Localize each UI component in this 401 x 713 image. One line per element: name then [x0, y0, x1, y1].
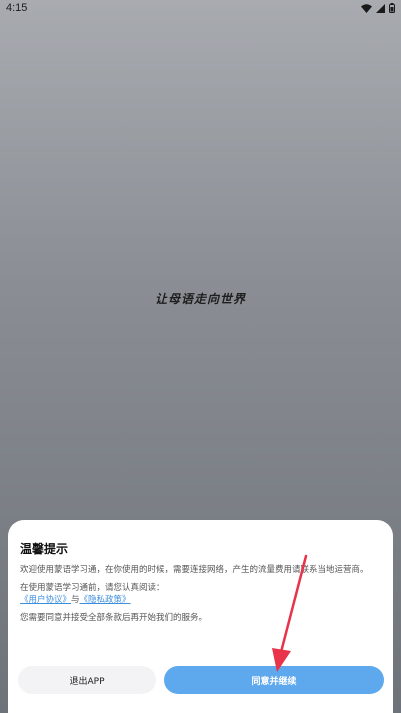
- user-agreement-link[interactable]: 《用户协议》: [20, 595, 71, 605]
- dialog-consent: 您需要同意并接受全部条款后再开始我们的服务。: [20, 613, 208, 623]
- wifi-icon: [361, 3, 372, 13]
- dialog-title: 温馨提示: [20, 542, 69, 556]
- splash-slogan: 让母语走向世界: [154, 292, 246, 306]
- status-bar: 4:15: [0, 0, 401, 18]
- status-icons: [361, 3, 395, 13]
- privacy-policy-link[interactable]: 《隐私政策》: [80, 595, 131, 605]
- exit-app-button[interactable]: 退出APP: [18, 666, 156, 694]
- battery-icon: [389, 3, 395, 13]
- dialog-body: 欢迎使用蒙语学习通，在你使用的时候，需要连接网络，产生的流量费用请联系当地运营商…: [20, 564, 375, 630]
- dialog-intro: 欢迎使用蒙语学习通，在你使用的时候，需要连接网络，产生的流量费用请联系当地运营商…: [20, 565, 369, 575]
- dialog-and-text: 与: [71, 595, 80, 605]
- dialog-read-prompt: 在使用蒙语学习通前，请您认真阅读：: [20, 583, 165, 593]
- status-time: 4:15: [6, 2, 28, 14]
- agree-continue-button[interactable]: 同意并继续: [164, 666, 384, 694]
- privacy-dialog: 温馨提示 欢迎使用蒙语学习通，在你使用的时候，需要连接网络，产生的流量费用请联系…: [8, 520, 393, 713]
- dialog-read-block: 在使用蒙语学习通前，请您认真阅读： 《用户协议》与《隐私政策》: [20, 582, 375, 606]
- signal-icon: [376, 3, 385, 13]
